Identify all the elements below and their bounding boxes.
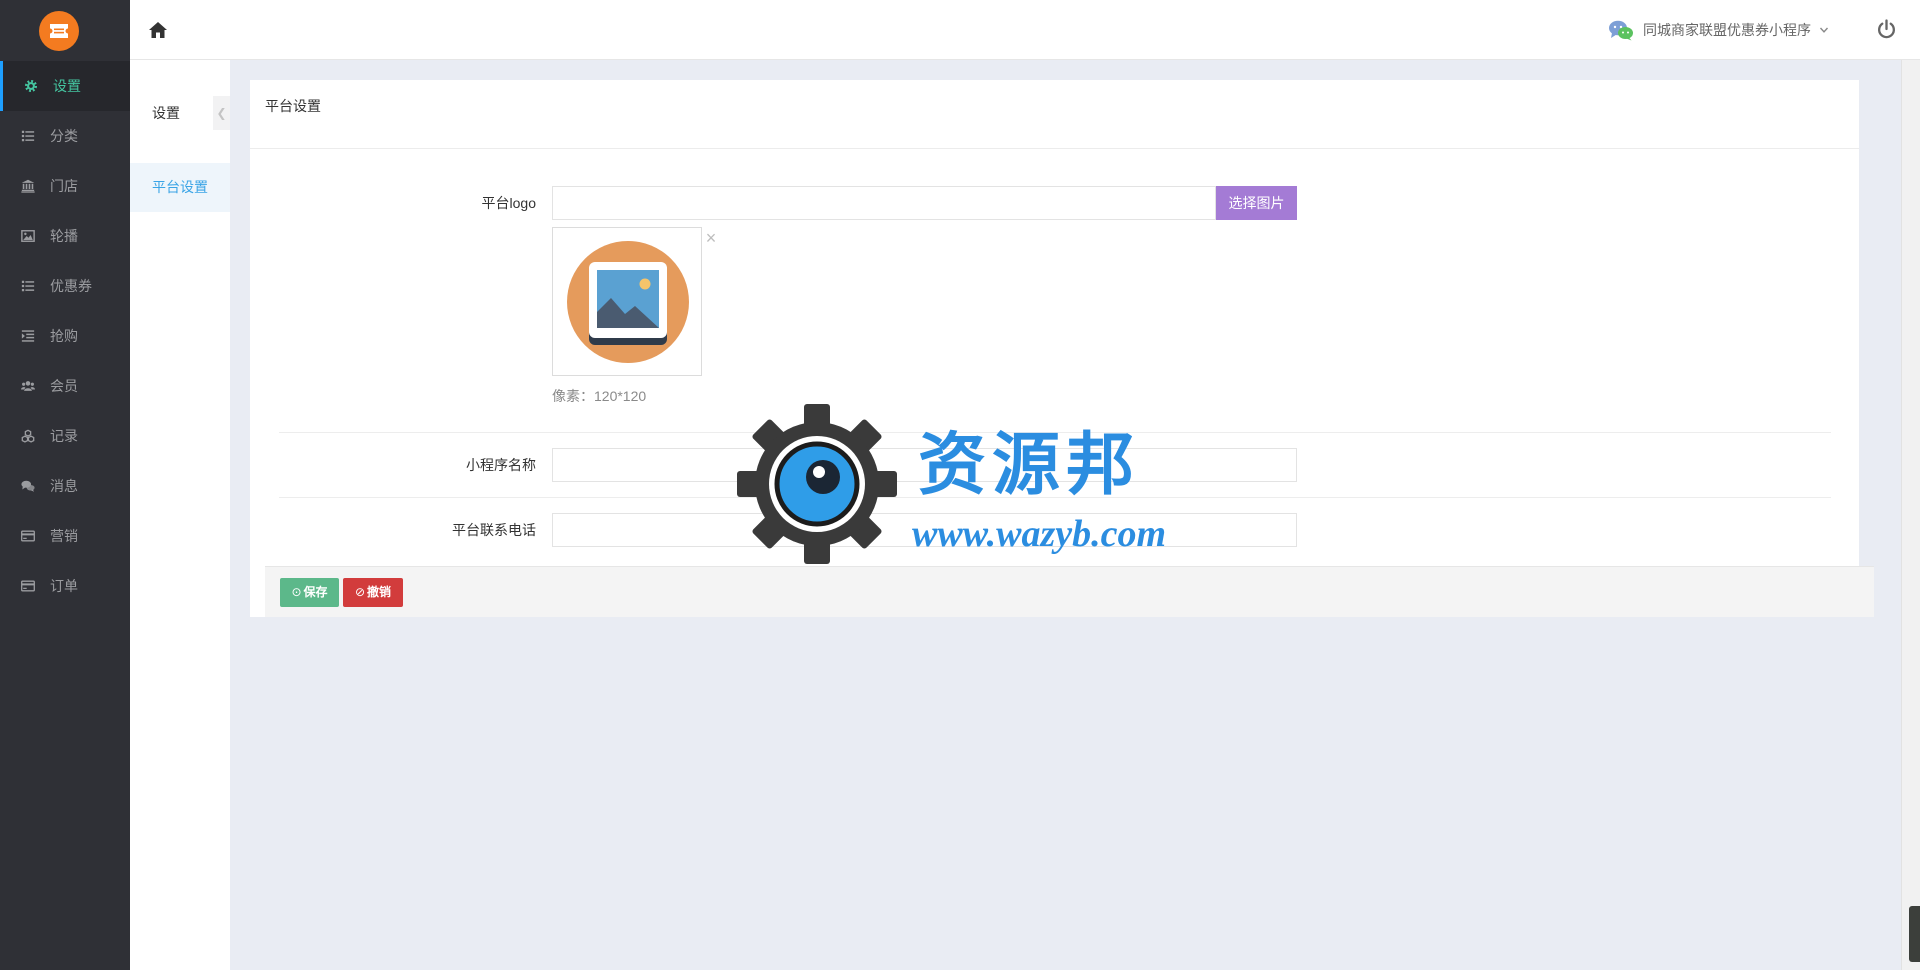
gear-icon <box>24 79 38 93</box>
list-icon <box>21 129 35 143</box>
account-name[interactable]: 同城商家联盟优惠券小程序 <box>1643 0 1811 60</box>
image-placeholder-icon <box>567 241 689 363</box>
subnav-title: 设置 <box>152 105 180 121</box>
vertical-scrollbar[interactable] <box>1901 60 1920 970</box>
logo-preview <box>552 227 702 376</box>
sidebar-item-label: 会员 <box>50 378 78 394</box>
sidebar-item-label: 轮播 <box>50 228 78 244</box>
sidebar-item-stores[interactable]: 门店 <box>0 161 130 211</box>
sidebar-item-label: 设置 <box>53 78 81 94</box>
wechat-icon[interactable] <box>1608 19 1634 41</box>
sidebar-item-messages[interactable]: 消息 <box>0 461 130 511</box>
app-name-label: 小程序名称 <box>466 457 536 473</box>
sub-navigation: 设置 ❮ 平台设置 <box>130 60 230 970</box>
sidebar-item-label: 订单 <box>50 578 78 594</box>
logo-size-hint: 像素：120*120 <box>552 388 647 404</box>
cancel-button[interactable]: ⊘ 撤销 <box>343 578 403 607</box>
card-title: 平台设置 <box>265 98 321 114</box>
top-header: 同城商家联盟优惠券小程序 <box>130 0 1920 60</box>
sidebar-item-flash-sale[interactable]: 抢购 <box>0 311 130 361</box>
cancel-icon: ⊘ <box>354 585 366 599</box>
cancel-label: 撤销 <box>367 585 392 599</box>
card-header: 平台设置 <box>250 80 1859 149</box>
sidebar-item-category[interactable]: 分类 <box>0 111 130 161</box>
watermark-name: 资源邦 <box>918 425 1141 505</box>
cubes-icon <box>21 429 35 443</box>
home-icon[interactable] <box>148 20 168 40</box>
sidebar-item-label: 门店 <box>50 178 78 194</box>
sidebar-item-settings[interactable]: 设置 <box>0 61 130 111</box>
power-icon[interactable] <box>1876 19 1897 40</box>
sidebar-item-orders[interactable]: 订单 <box>0 561 130 611</box>
sidebar-item-records[interactable]: 记录 <box>0 411 130 461</box>
save-icon: ⊙ <box>291 585 302 599</box>
credit-card-icon <box>21 579 35 593</box>
subnav-item-platform-settings[interactable]: 平台设置 <box>130 163 230 212</box>
save-label: 保存 <box>303 585 328 599</box>
phone-label: 平台联系电话 <box>452 522 536 538</box>
chevron-down-icon[interactable] <box>1819 25 1829 35</box>
floating-widget[interactable] <box>1909 906 1920 962</box>
subnav-item-label: 平台设置 <box>152 179 208 195</box>
sidebar-item-label: 记录 <box>50 428 78 444</box>
credit-card-icon <box>21 529 35 543</box>
watermark-gear-icon <box>737 404 897 564</box>
sidebar-item-members[interactable]: 会员 <box>0 361 130 411</box>
list-icon <box>21 279 35 293</box>
collapse-subnav-button[interactable]: ❮ <box>213 96 230 130</box>
ticket-icon <box>50 24 68 38</box>
form-footer: ⊙ 保存 ⊘ 撤销 <box>265 566 1874 617</box>
watermark-url: www.wazyb.com <box>912 513 1167 555</box>
sidebar: 设置 分类 门店 轮播 优惠券 抢购 会员 记录 消息 营销 订单 <box>0 0 130 970</box>
sidebar-item-coupons[interactable]: 优惠券 <box>0 261 130 311</box>
choose-image-button[interactable]: 选择图片 <box>1216 186 1297 220</box>
sidebar-item-marketing[interactable]: 营销 <box>0 511 130 561</box>
sidebar-item-label: 营销 <box>50 528 78 544</box>
app-logo[interactable] <box>39 11 79 51</box>
comments-icon <box>21 479 35 493</box>
sidebar-item-label: 抢购 <box>50 328 78 344</box>
logo-label: 平台logo <box>481 195 536 211</box>
indent-list-icon <box>21 329 35 343</box>
sidebar-item-carousel[interactable]: 轮播 <box>0 211 130 261</box>
remove-logo-button[interactable]: × <box>703 228 719 248</box>
users-icon <box>21 379 35 393</box>
sidebar-item-label: 分类 <box>50 128 78 144</box>
sidebar-item-label: 优惠券 <box>50 278 92 294</box>
logo-path-input[interactable] <box>552 186 1216 220</box>
save-button[interactable]: ⊙ 保存 <box>280 578 339 607</box>
bank-icon <box>21 179 35 193</box>
sidebar-item-label: 消息 <box>50 478 78 494</box>
image-icon <box>21 229 35 243</box>
